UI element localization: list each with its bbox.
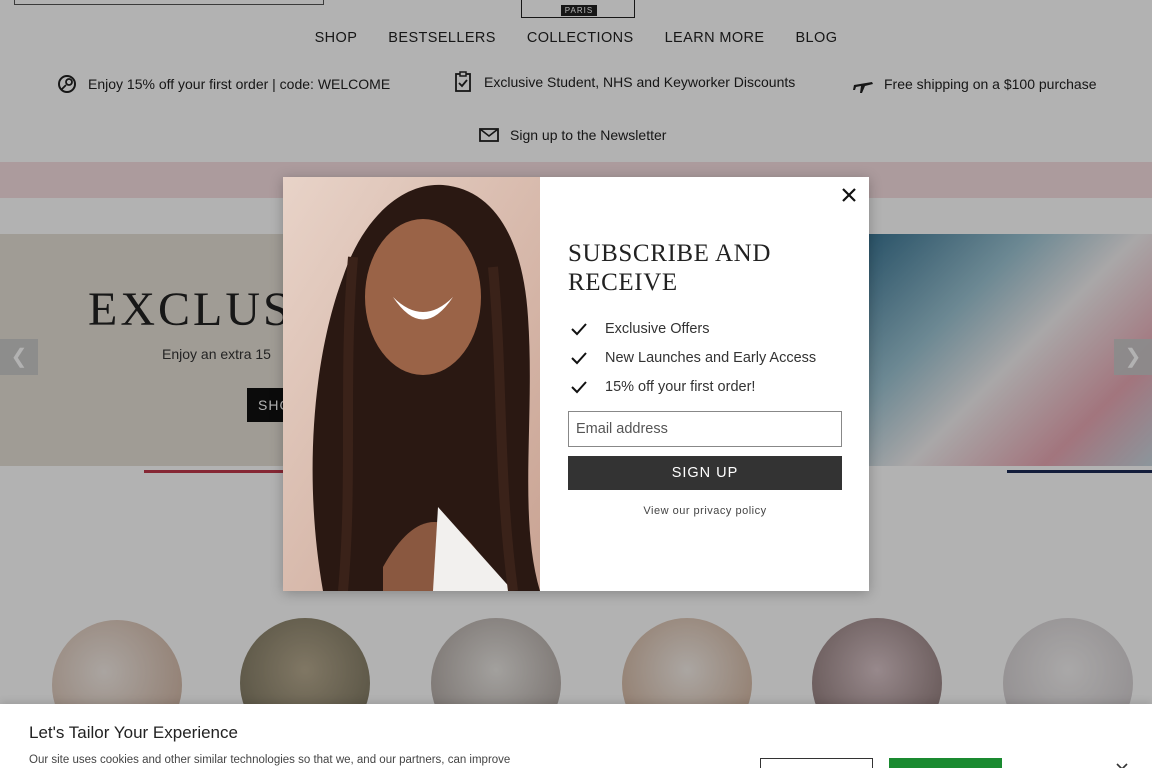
- benefit-text: New Launches and Early Access: [605, 349, 817, 366]
- benefit-item: Exclusive Offers: [570, 314, 816, 343]
- sign-up-button[interactable]: SIGN UP: [568, 456, 842, 490]
- benefit-item: New Launches and Early Access: [570, 343, 816, 372]
- cookie-banner: Let's Tailor Your Experience Our site us…: [0, 704, 1152, 768]
- privacy-policy-link[interactable]: View our privacy policy: [568, 505, 842, 517]
- close-icon[interactable]: [839, 185, 859, 205]
- cookie-title: Let's Tailor Your Experience: [29, 723, 238, 742]
- close-icon[interactable]: [1115, 762, 1129, 768]
- checkmark-icon: [571, 351, 587, 364]
- benefits-list: Exclusive Offers New Launches and Early …: [570, 314, 816, 401]
- checkmark-icon: [571, 322, 587, 335]
- cookie-description: Our site uses cookies and other similar …: [29, 754, 511, 766]
- benefit-item: 15% off your first order!: [570, 372, 816, 401]
- benefit-text: Exclusive Offers: [605, 320, 710, 337]
- cookie-manage-button[interactable]: [760, 758, 873, 768]
- model-photo: [283, 177, 540, 591]
- benefit-text: 15% off your first order!: [605, 378, 756, 395]
- modal-title: SUBSCRIBE AND RECEIVE: [568, 240, 771, 296]
- cookie-accept-button[interactable]: [889, 758, 1002, 768]
- checkmark-icon: [571, 380, 587, 393]
- modal-content: SUBSCRIBE AND RECEIVE Exclusive Offers N…: [540, 177, 869, 591]
- email-field[interactable]: [568, 411, 842, 447]
- subscribe-modal: SUBSCRIBE AND RECEIVE Exclusive Offers N…: [283, 177, 869, 591]
